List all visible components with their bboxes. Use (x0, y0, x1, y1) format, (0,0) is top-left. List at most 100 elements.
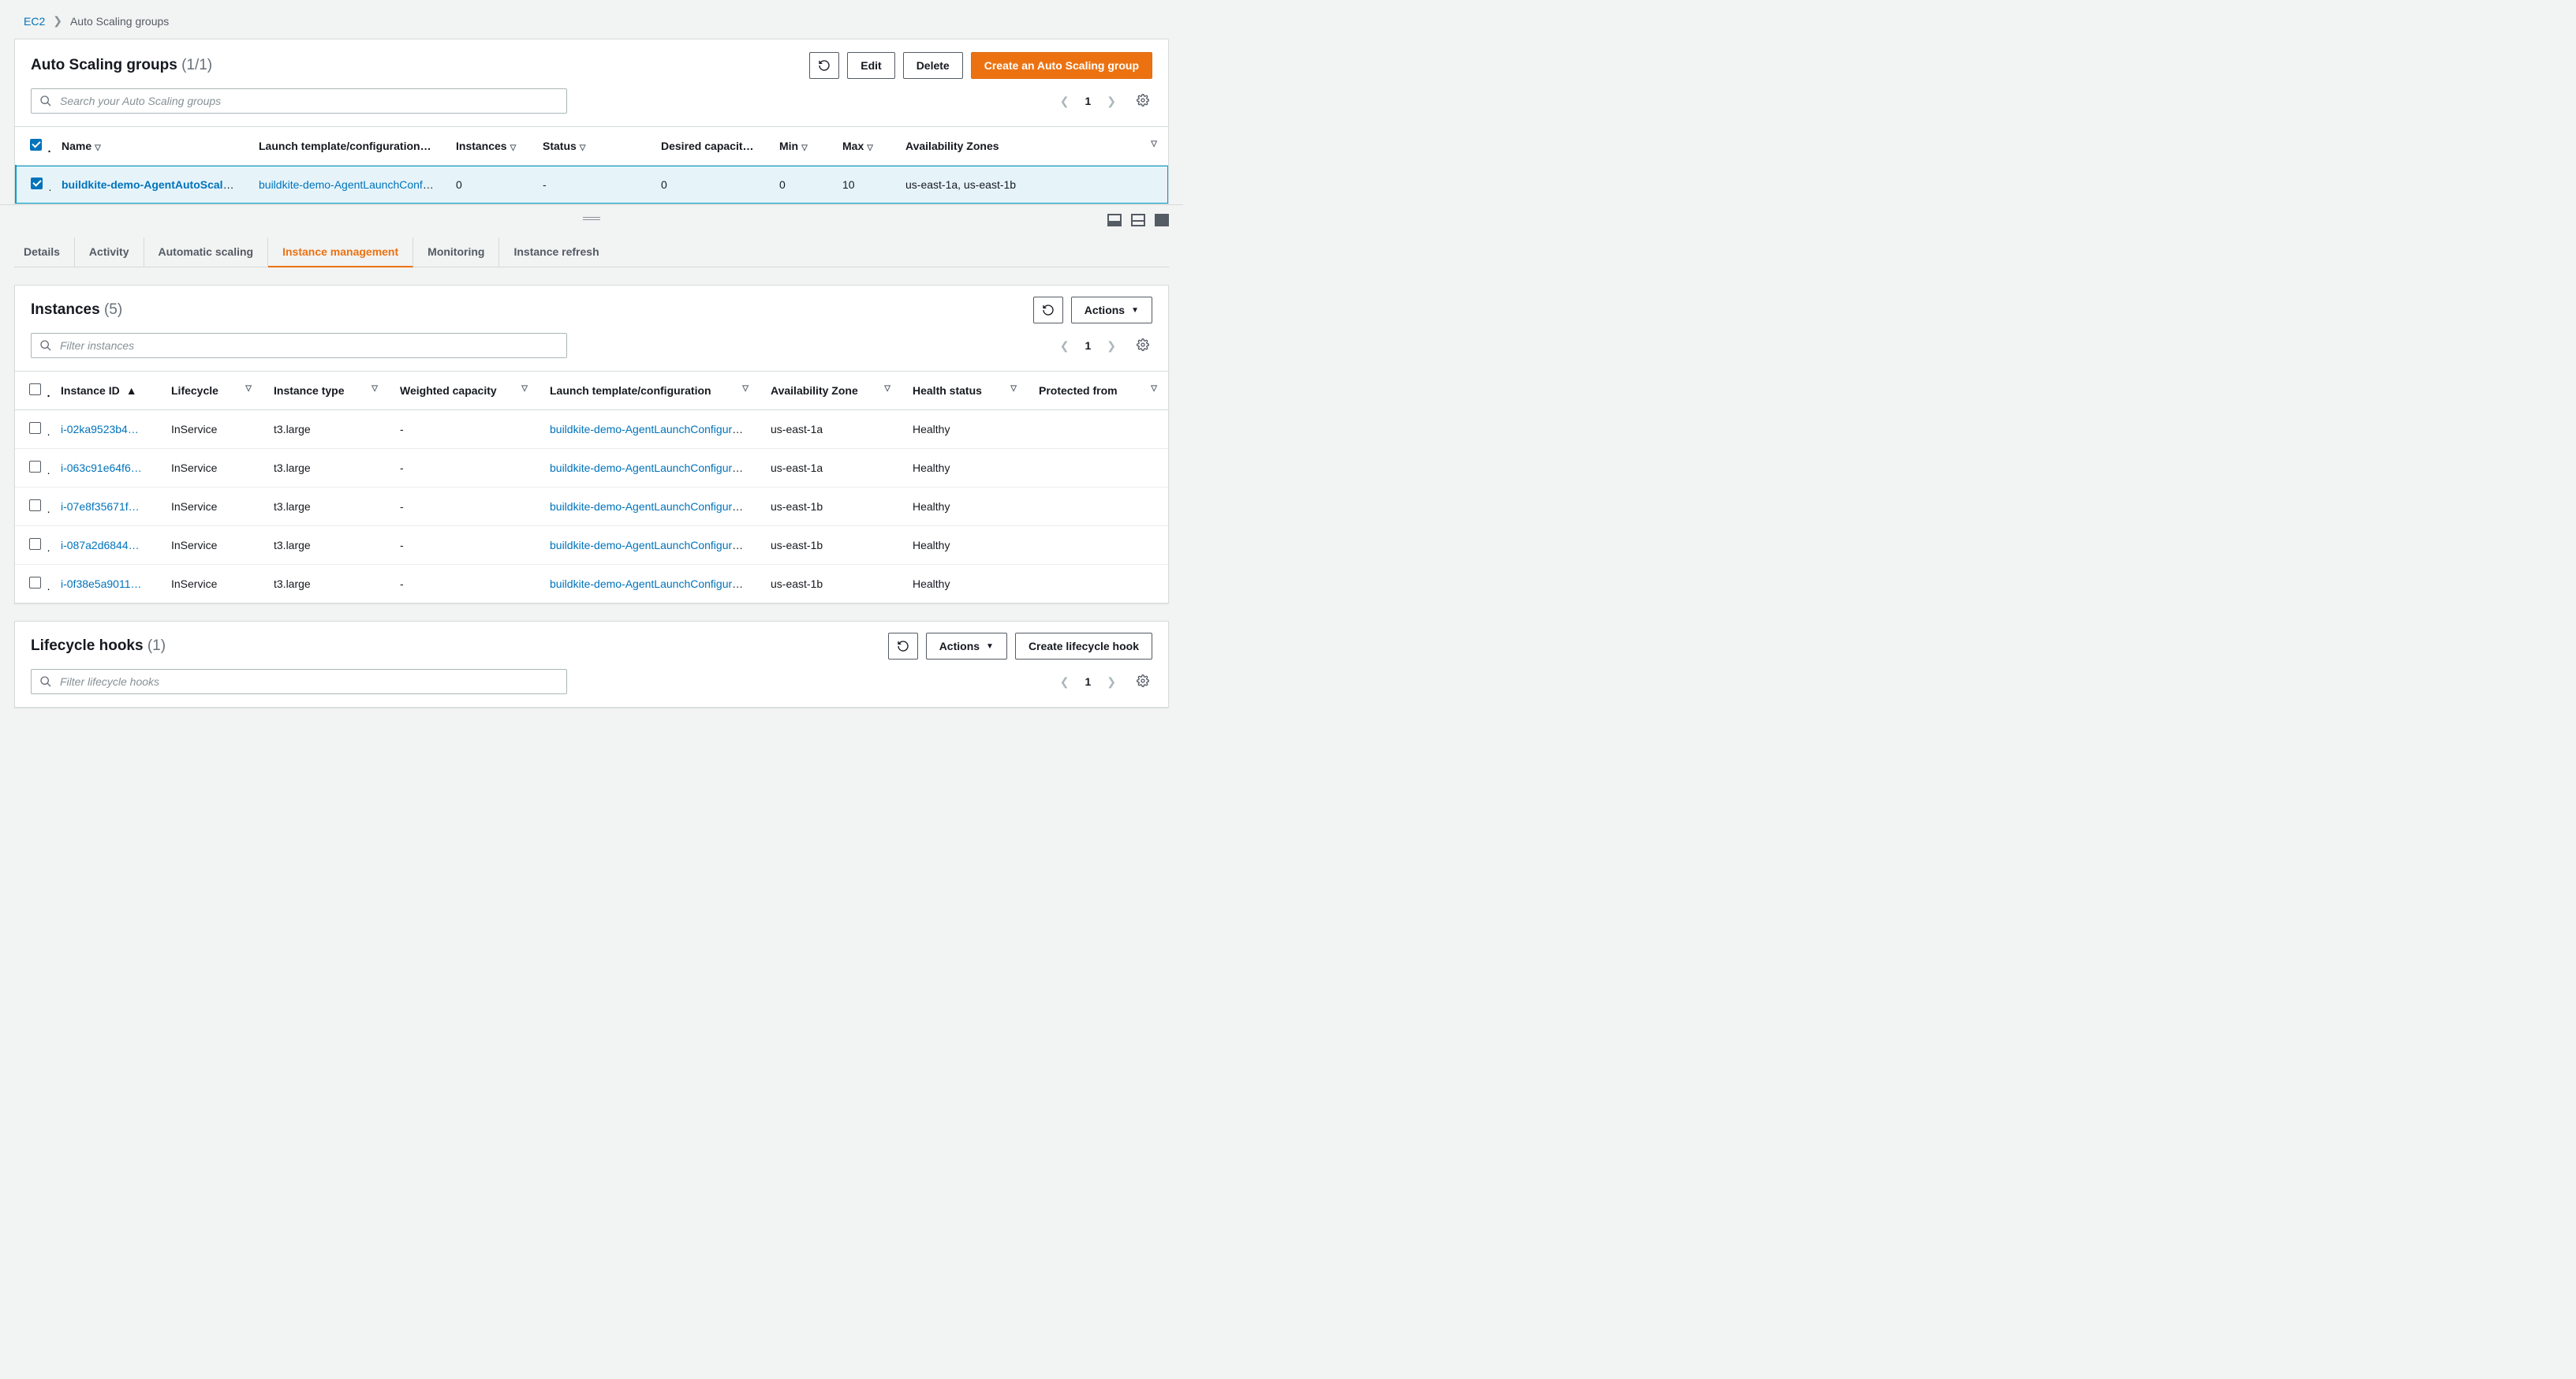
instance-weighted: - (389, 410, 539, 449)
breadcrumb-root[interactable]: EC2 (24, 15, 45, 28)
instance-id-link[interactable]: i-07e8f35671f… (61, 500, 140, 513)
pager-page: 1 (1080, 339, 1096, 352)
instance-row[interactable]: i-063c91e64f6…InServicet3.large-buildkit… (15, 449, 1168, 488)
asg-desired: 0 (650, 166, 768, 204)
instance-protected (1028, 410, 1168, 449)
col-inst-launch[interactable]: Launch template/configuration▽ (539, 372, 760, 410)
hooks-filter-input[interactable] (58, 675, 558, 689)
layout-split-button[interactable] (1131, 214, 1145, 226)
pager-prev[interactable]: ❮ (1057, 336, 1073, 356)
hooks-panel: Lifecycle hooks (1) Actions▼ Create life… (14, 621, 1169, 708)
instance-launch-link[interactable]: buildkite-demo-AgentLaunchConfigura… (550, 462, 749, 474)
col-instance-id[interactable]: Instance ID▲ (50, 372, 160, 410)
create-asg-button[interactable]: Create an Auto Scaling group (971, 52, 1152, 79)
hooks-title: Lifecycle hooks (1) (31, 637, 166, 655)
instance-row-checkbox[interactable] (29, 538, 41, 550)
asg-row-checkbox[interactable] (31, 178, 43, 189)
hooks-refresh-button[interactable] (888, 633, 918, 660)
instances-filter-input[interactable] (58, 338, 558, 353)
pager-next[interactable]: ❯ (1103, 672, 1119, 692)
refresh-button[interactable] (809, 52, 839, 79)
tab-instance-refresh[interactable]: Instance refresh (499, 237, 613, 267)
instance-az: us-east-1b (760, 526, 902, 565)
pager-page: 1 (1080, 95, 1096, 107)
instance-health: Healthy (902, 449, 1028, 488)
tab-monitoring[interactable]: Monitoring (413, 237, 499, 267)
asg-row[interactable]: buildkite-demo-AgentAutoScaleGro buildki… (16, 166, 1168, 204)
instance-row[interactable]: i-0f38e5a9011…InServicet3.large-buildkit… (15, 565, 1168, 604)
instances-refresh-button[interactable] (1033, 297, 1063, 323)
instance-id-link[interactable]: i-0f38e5a9011… (61, 577, 141, 590)
col-lifecycle[interactable]: Lifecycle▽ (160, 372, 263, 410)
instance-protected (1028, 526, 1168, 565)
instance-row-checkbox[interactable] (29, 499, 41, 511)
col-max[interactable]: Max▽ (831, 127, 894, 166)
col-name[interactable]: Name▽ (50, 127, 248, 166)
instance-launch-link[interactable]: buildkite-demo-AgentLaunchConfigura… (550, 500, 749, 513)
pager-prev[interactable]: ❮ (1057, 672, 1073, 692)
instance-id-link[interactable]: i-087a2d6844… (61, 539, 140, 551)
col-instances[interactable]: Instances▽ (445, 127, 532, 166)
col-min[interactable]: Min▽ (768, 127, 831, 166)
col-protected[interactable]: Protected from▽ (1028, 372, 1168, 410)
instance-id-link[interactable]: i-063c91e64f6… (61, 462, 142, 474)
asg-header-row: Name▽ Launch template/configuration▽ Ins… (16, 127, 1168, 166)
col-weighted[interactable]: Weighted capacity▽ (389, 372, 539, 410)
col-inst-az[interactable]: Availability Zone▽ (760, 372, 902, 410)
asg-search-input[interactable] (58, 94, 558, 108)
tab-details[interactable]: Details (14, 237, 75, 267)
instance-launch-link[interactable]: buildkite-demo-AgentLaunchConfigura… (550, 577, 749, 590)
instances-filter-box[interactable] (31, 333, 567, 358)
hooks-filter-box[interactable] (31, 669, 567, 694)
col-az[interactable]: Availability Zones▽ (894, 127, 1168, 166)
asg-launch-link[interactable]: buildkite-demo-AgentLaunchConfig… (259, 178, 442, 191)
asg-search-box[interactable] (31, 88, 567, 114)
instance-row-checkbox[interactable] (29, 461, 41, 473)
asg-title-text: Auto Scaling groups (31, 57, 177, 73)
tab-instance-management[interactable]: Instance management (268, 237, 413, 267)
instance-health: Healthy (902, 565, 1028, 604)
instance-weighted: - (389, 565, 539, 604)
instance-row[interactable]: i-07e8f35671f…InServicet3.large-buildkit… (15, 488, 1168, 526)
hooks-actions-button[interactable]: Actions▼ (926, 633, 1007, 660)
search-icon (39, 95, 52, 107)
asg-status: - (532, 166, 650, 204)
instance-launch-link[interactable]: buildkite-demo-AgentLaunchConfigura… (550, 423, 749, 435)
instance-launch-link[interactable]: buildkite-demo-AgentLaunchConfigura… (550, 539, 749, 551)
instance-id-link[interactable]: i-02ka9523b4… (61, 423, 139, 435)
instance-az: us-east-1b (760, 488, 902, 526)
create-hook-button[interactable]: Create lifecycle hook (1015, 633, 1152, 660)
settings-button[interactable] (1133, 91, 1152, 112)
instance-row-checkbox[interactable] (29, 422, 41, 434)
instance-row[interactable]: i-087a2d6844…InServicet3.large-buildkite… (15, 526, 1168, 565)
instance-weighted: - (389, 449, 539, 488)
pager-prev[interactable]: ❮ (1057, 92, 1073, 111)
split-divider[interactable] (14, 204, 1169, 233)
asg-select-all[interactable] (30, 139, 42, 151)
edit-button[interactable]: Edit (847, 52, 894, 79)
asg-name-link[interactable]: buildkite-demo-AgentAutoScaleGro (62, 178, 248, 191)
pager-next[interactable]: ❯ (1103, 336, 1119, 356)
col-health[interactable]: Health status▽ (902, 372, 1028, 410)
tab-automatic-scaling[interactable]: Automatic scaling (144, 237, 269, 267)
layout-full-button[interactable] (1155, 214, 1169, 226)
pager-next[interactable]: ❯ (1103, 92, 1119, 111)
instance-lifecycle: InService (160, 410, 263, 449)
instances-select-all[interactable] (29, 383, 41, 395)
instance-weighted: - (389, 488, 539, 526)
col-instance-type[interactable]: Instance type▽ (263, 372, 389, 410)
delete-button[interactable]: Delete (903, 52, 963, 79)
col-launch[interactable]: Launch template/configuration▽ (248, 127, 445, 166)
instance-row[interactable]: i-02ka9523b4… InServicet3.large-buildkite… (15, 410, 1168, 449)
instances-actions-button[interactable]: Actions▼ (1071, 297, 1152, 323)
instance-type: t3.large (263, 410, 389, 449)
layout-bottom-button[interactable] (1107, 214, 1122, 226)
settings-button[interactable] (1133, 671, 1152, 693)
col-status[interactable]: Status▽ (532, 127, 650, 166)
instance-row-checkbox[interactable] (29, 577, 41, 589)
instance-lifecycle: InService (160, 488, 263, 526)
gear-icon (1137, 675, 1149, 687)
col-desired[interactable]: Desired capacity▽ (650, 127, 768, 166)
tab-activity[interactable]: Activity (75, 237, 144, 267)
settings-button[interactable] (1133, 335, 1152, 357)
